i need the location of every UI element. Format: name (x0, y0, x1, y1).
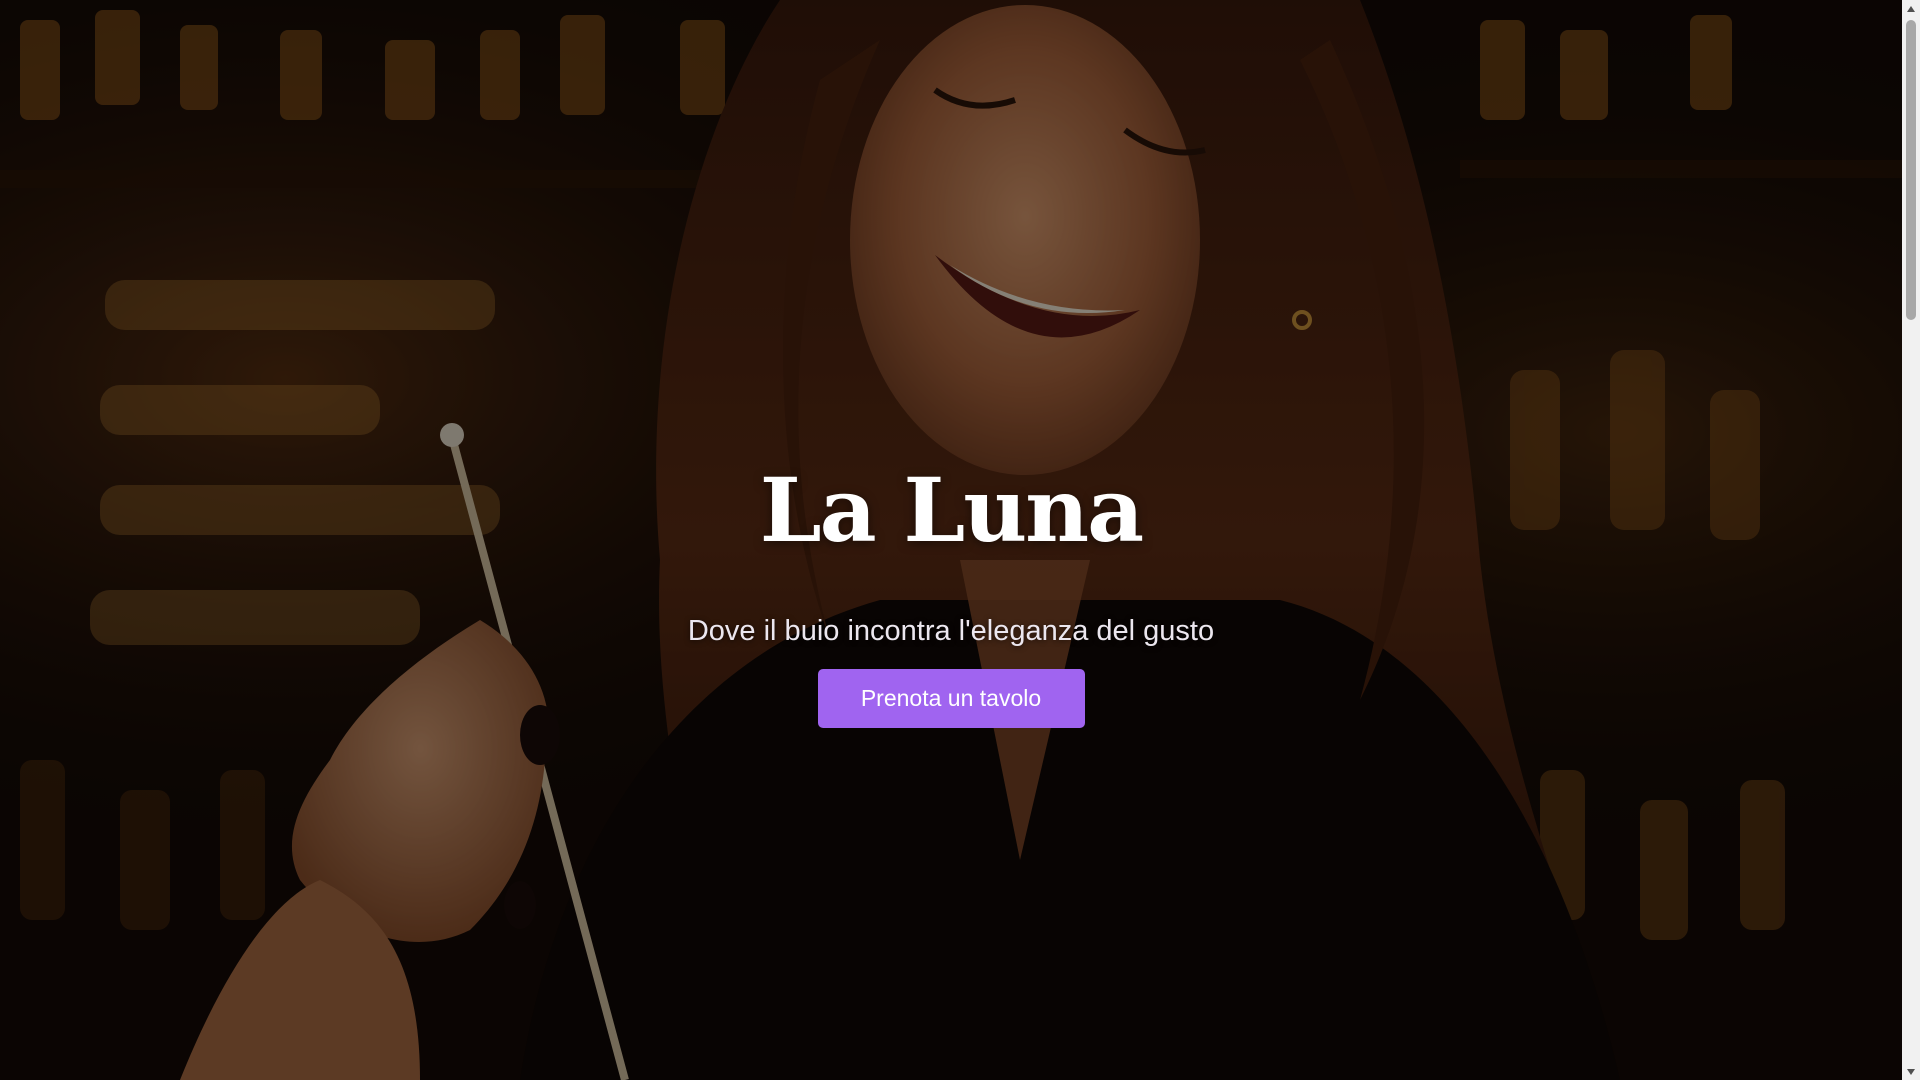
hero-content: La Luna Dove il buio incontra l'eleganza… (0, 455, 1902, 728)
scroll-up-arrow-icon[interactable] (1902, 0, 1920, 17)
vertical-scrollbar[interactable] (1902, 0, 1920, 1080)
book-table-button[interactable]: Prenota un tavolo (817, 669, 1085, 728)
scroll-down-arrow-icon[interactable] (1902, 1063, 1920, 1080)
page-viewport: La Luna Dove il buio incontra l'eleganza… (0, 0, 1920, 1080)
hero-section: La Luna Dove il buio incontra l'eleganza… (0, 0, 1902, 1080)
scrollbar-thumb[interactable] (1906, 20, 1916, 320)
site-title: La Luna (759, 458, 1144, 562)
hero-tagline: Dove il buio incontra l'eleganza del gus… (687, 615, 1215, 647)
